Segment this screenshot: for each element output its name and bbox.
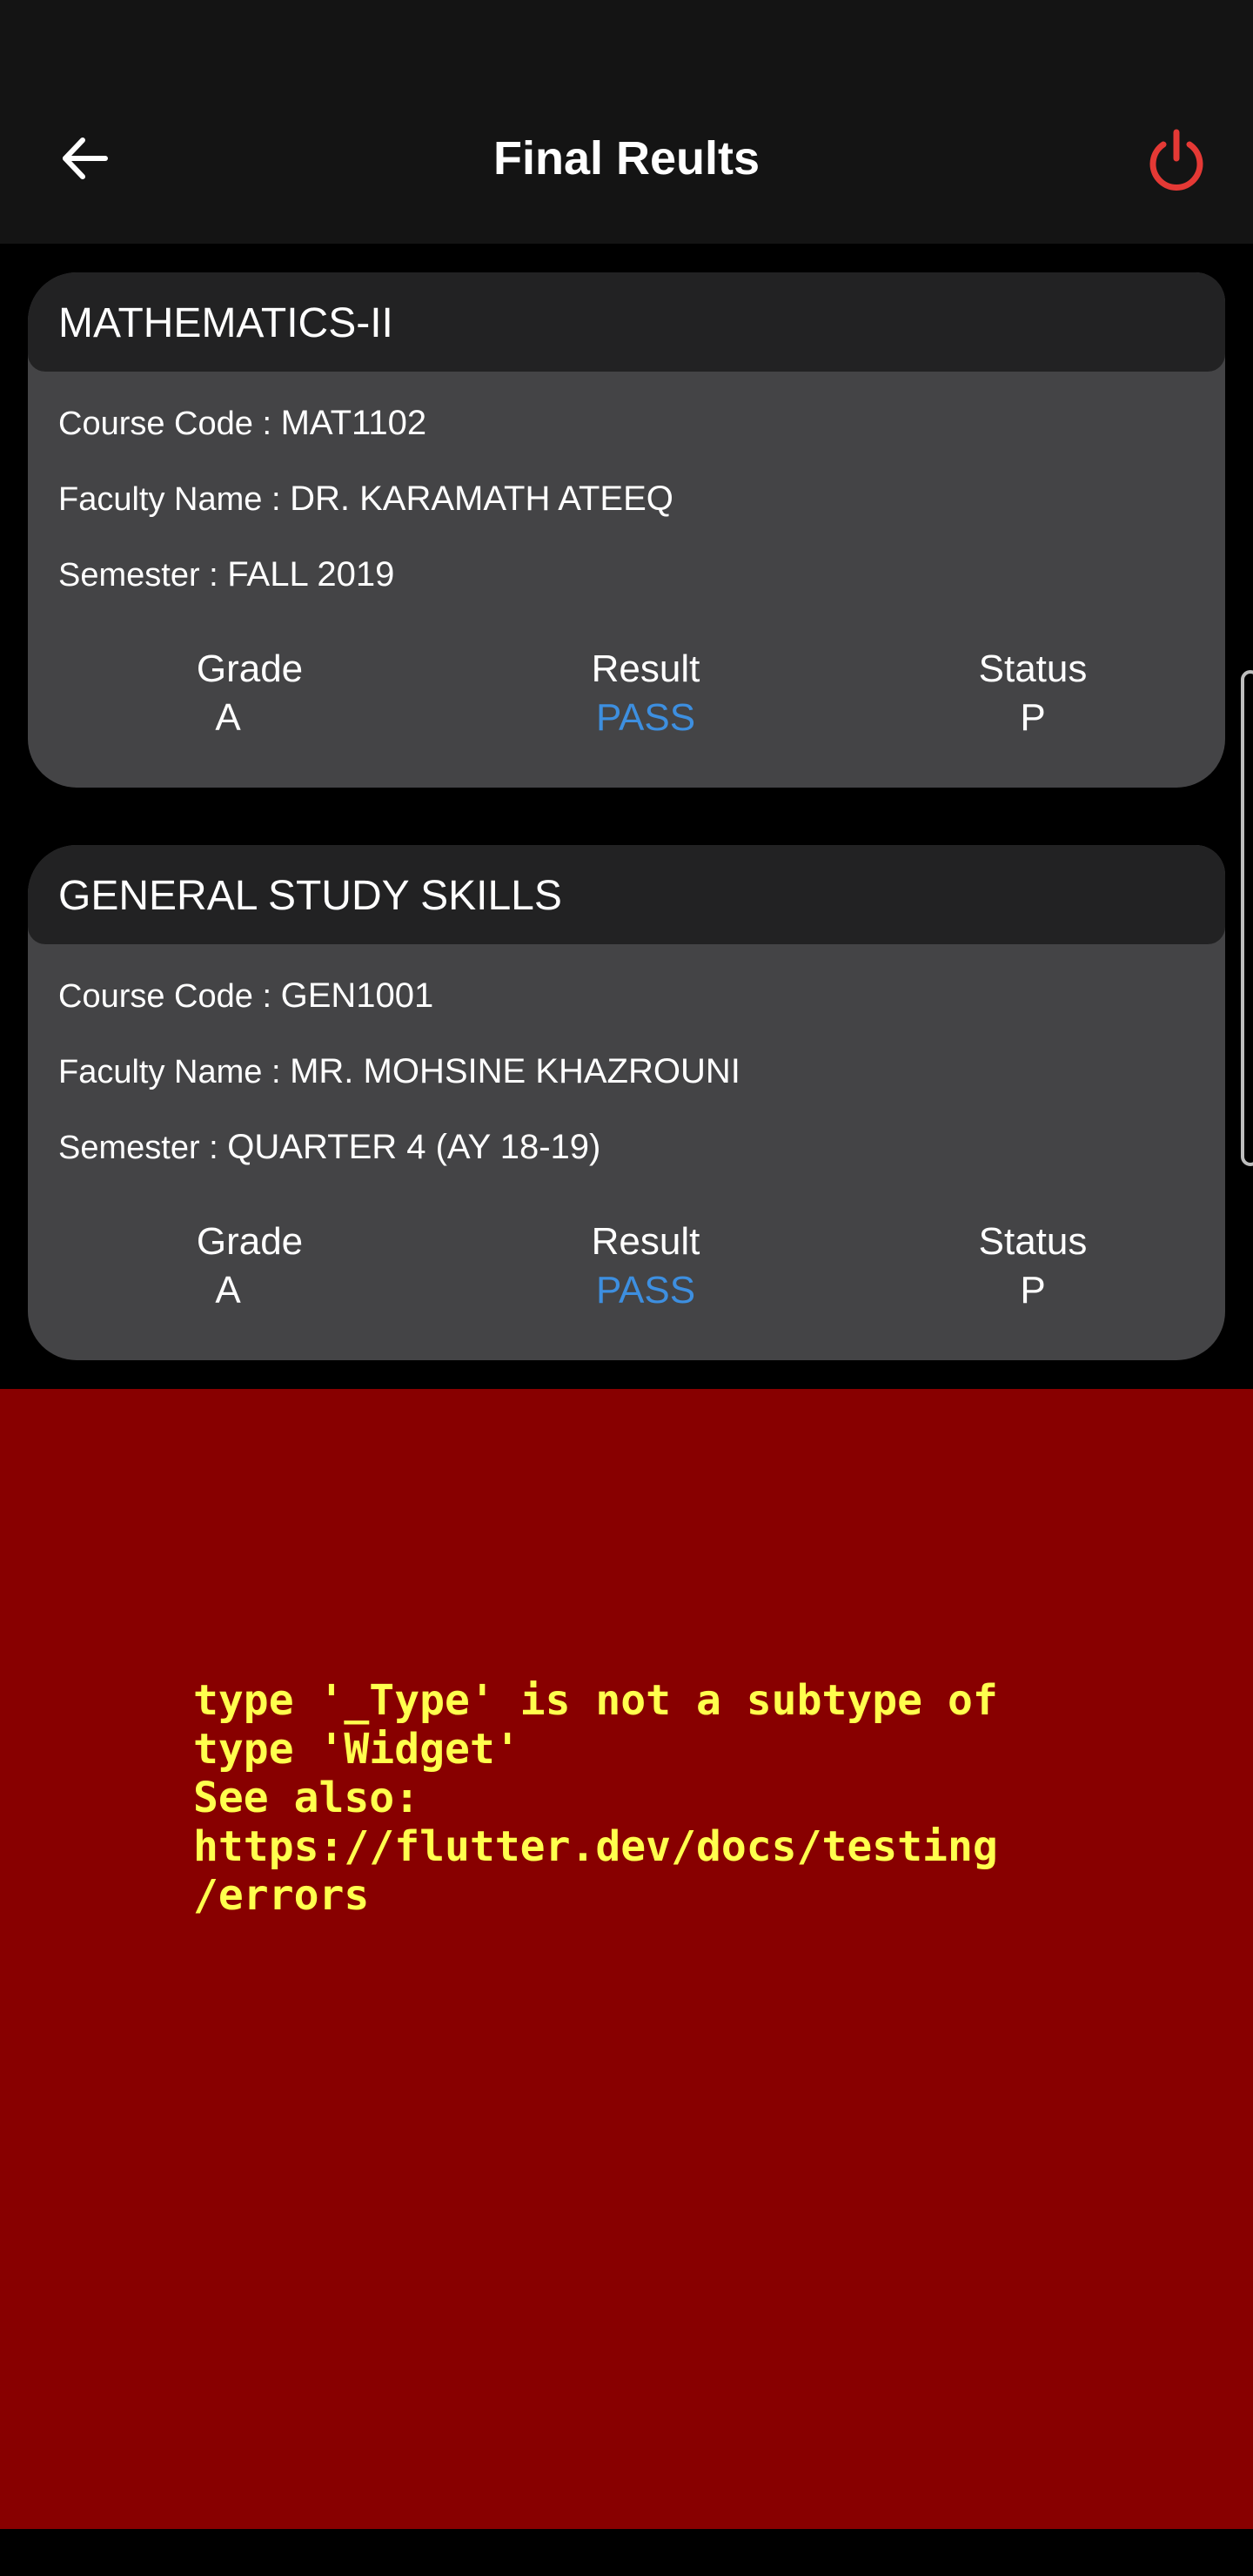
status-value: P [1020,1269,1046,1311]
faculty-label: Faculty Name : [58,1054,291,1090]
semester-row: Semester : FALL 2019 [58,553,394,597]
status-stat: Status P [928,645,1137,742]
grade-stat: Grade A [167,645,332,742]
semester-value: QUARTER 4 (AY 18-19) [227,1128,601,1166]
result-stat: Result PASS [533,1218,759,1315]
course-code-value: GEN1001 [280,976,434,1015]
course-title: MATHEMATICS-II [58,300,393,346]
course-code-label: Course Code : [58,978,281,1015]
course-card-header: MATHEMATICS-II [28,272,1225,372]
faculty-label: Faculty Name : [58,481,291,518]
course-code-label: Course Code : [58,406,281,442]
semester-row: Semester : QUARTER 4 (AY 18-19) [58,1125,600,1170]
status-label: Status [978,1220,1088,1263]
faculty-value: MR. MOHSINE KHAZROUNI [290,1052,740,1090]
result-stat: Result PASS [533,645,759,742]
error-panel: type '_Type' is not a subtype of type 'W… [0,1389,1253,2529]
course-code-row: Course Code : GEN1001 [58,974,433,1018]
result-value: PASS [595,1269,696,1311]
faculty-row: Faculty Name : DR. KARAMATH ATEEQ [58,477,673,521]
grade-label: Grade [196,1220,304,1263]
course-card[interactable]: GENERAL STUDY SKILLS Course Code : GEN10… [28,845,1225,1360]
result-label: Result [591,1220,700,1263]
course-card-header: GENERAL STUDY SKILLS [28,845,1225,944]
power-icon [1149,129,1203,191]
semester-label: Semester : [58,557,228,594]
faculty-value: DR. KARAMATH ATEEQ [290,480,673,518]
result-label: Result [591,647,700,690]
course-card[interactable]: MATHEMATICS-II Course Code : MAT1102 Fac… [28,272,1225,788]
status-stat: Status P [928,1218,1137,1315]
course-title: GENERAL STUDY SKILLS [58,873,562,919]
scrollbar-thumb[interactable] [1241,670,1253,1166]
semester-label: Semester : [58,1130,228,1166]
course-code-row: Course Code : MAT1102 [58,401,426,446]
app-bar: Final Reults [0,0,1253,244]
grade-stat: Grade A [167,1218,332,1315]
faculty-row: Faculty Name : MR. MOHSINE KHAZROUNI [58,1050,740,1094]
result-value: PASS [595,696,696,739]
logout-button[interactable] [1136,120,1216,200]
grade-value: A [215,696,241,739]
semester-value: FALL 2019 [227,555,395,594]
grade-label: Grade [196,647,304,690]
course-code-value: MAT1102 [280,404,427,442]
grade-value: A [215,1269,241,1311]
error-message: type '_Type' is not a subtype of type 'W… [193,1676,998,1920]
status-label: Status [978,647,1088,690]
page-title: Final Reults [492,132,761,184]
status-value: P [1020,696,1046,739]
